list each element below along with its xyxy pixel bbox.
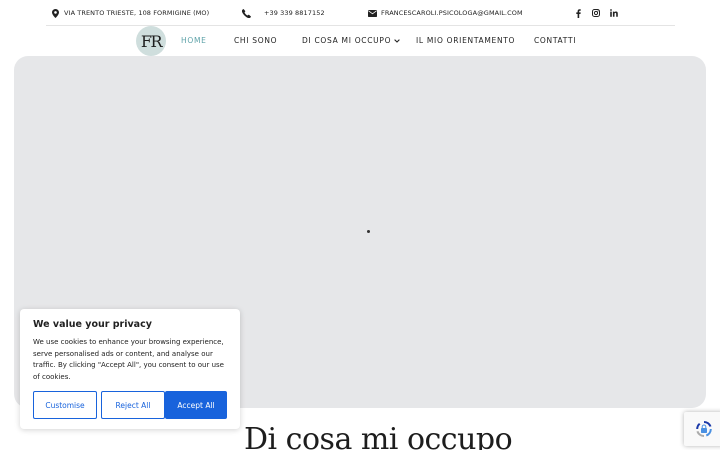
reject-all-button[interactable]: Reject All (101, 391, 165, 419)
cookie-consent-banner: We value your privacy We use cookies to … (20, 309, 240, 429)
nav-item-label: DI COSA MI OCCUPO (302, 36, 392, 45)
linkedin-icon (610, 9, 618, 17)
nav-item-home[interactable]: HOME (181, 35, 207, 47)
map-pin-icon (52, 8, 59, 18)
facebook-icon (575, 8, 581, 18)
address-text: VIA TRENTO TRIESTE, 108 FORMIGINE (MO) (64, 9, 210, 17)
logo-text: FR (140, 31, 163, 51)
facebook-link[interactable] (572, 6, 584, 20)
nav-item-contatti[interactable]: CONTATTI (534, 35, 576, 47)
envelope-icon (368, 9, 377, 17)
instagram-link[interactable] (590, 6, 602, 20)
chevron-down-icon (394, 39, 400, 43)
accept-all-button[interactable]: Accept All (165, 391, 227, 419)
nav-item-il-mio-orientamento[interactable]: IL MIO ORIENTAMENTO (416, 35, 515, 47)
phone-text[interactable]: +39 339 8817152 (264, 9, 325, 17)
nav-item-di-cosa-mi-occupo[interactable]: DI COSA MI OCCUPO (302, 35, 400, 47)
instagram-icon (592, 9, 600, 17)
nav-item-chi-sono[interactable]: CHI SONO (234, 35, 277, 47)
section-title: Di cosa mi occupo (244, 422, 513, 450)
email-item[interactable]: FRANCESCAROLI.PSICOLOGA@GMAIL.COM (368, 6, 523, 20)
linkedin-link[interactable] (608, 6, 620, 20)
recaptcha-icon (696, 421, 712, 438)
recaptcha-badge[interactable] (684, 412, 720, 446)
cookie-title: We value your privacy (33, 319, 152, 330)
loading-indicator (367, 230, 370, 233)
customise-button[interactable]: Customise (33, 391, 97, 419)
address-item: VIA TRENTO TRIESTE, 108 FORMIGINE (MO) (52, 6, 209, 20)
cookie-description: We use cookies to enhance your browsing … (33, 338, 224, 382)
email-text[interactable]: FRANCESCAROLI.PSICOLOGA@GMAIL.COM (381, 9, 523, 17)
top-contact-bar: VIA TRENTO TRIESTE, 108 FORMIGINE (MO) +… (46, 0, 675, 26)
phone-icon (242, 8, 251, 18)
site-logo[interactable]: FR (136, 26, 166, 56)
phone-item[interactable]: +39 339 8817152 (242, 6, 325, 20)
